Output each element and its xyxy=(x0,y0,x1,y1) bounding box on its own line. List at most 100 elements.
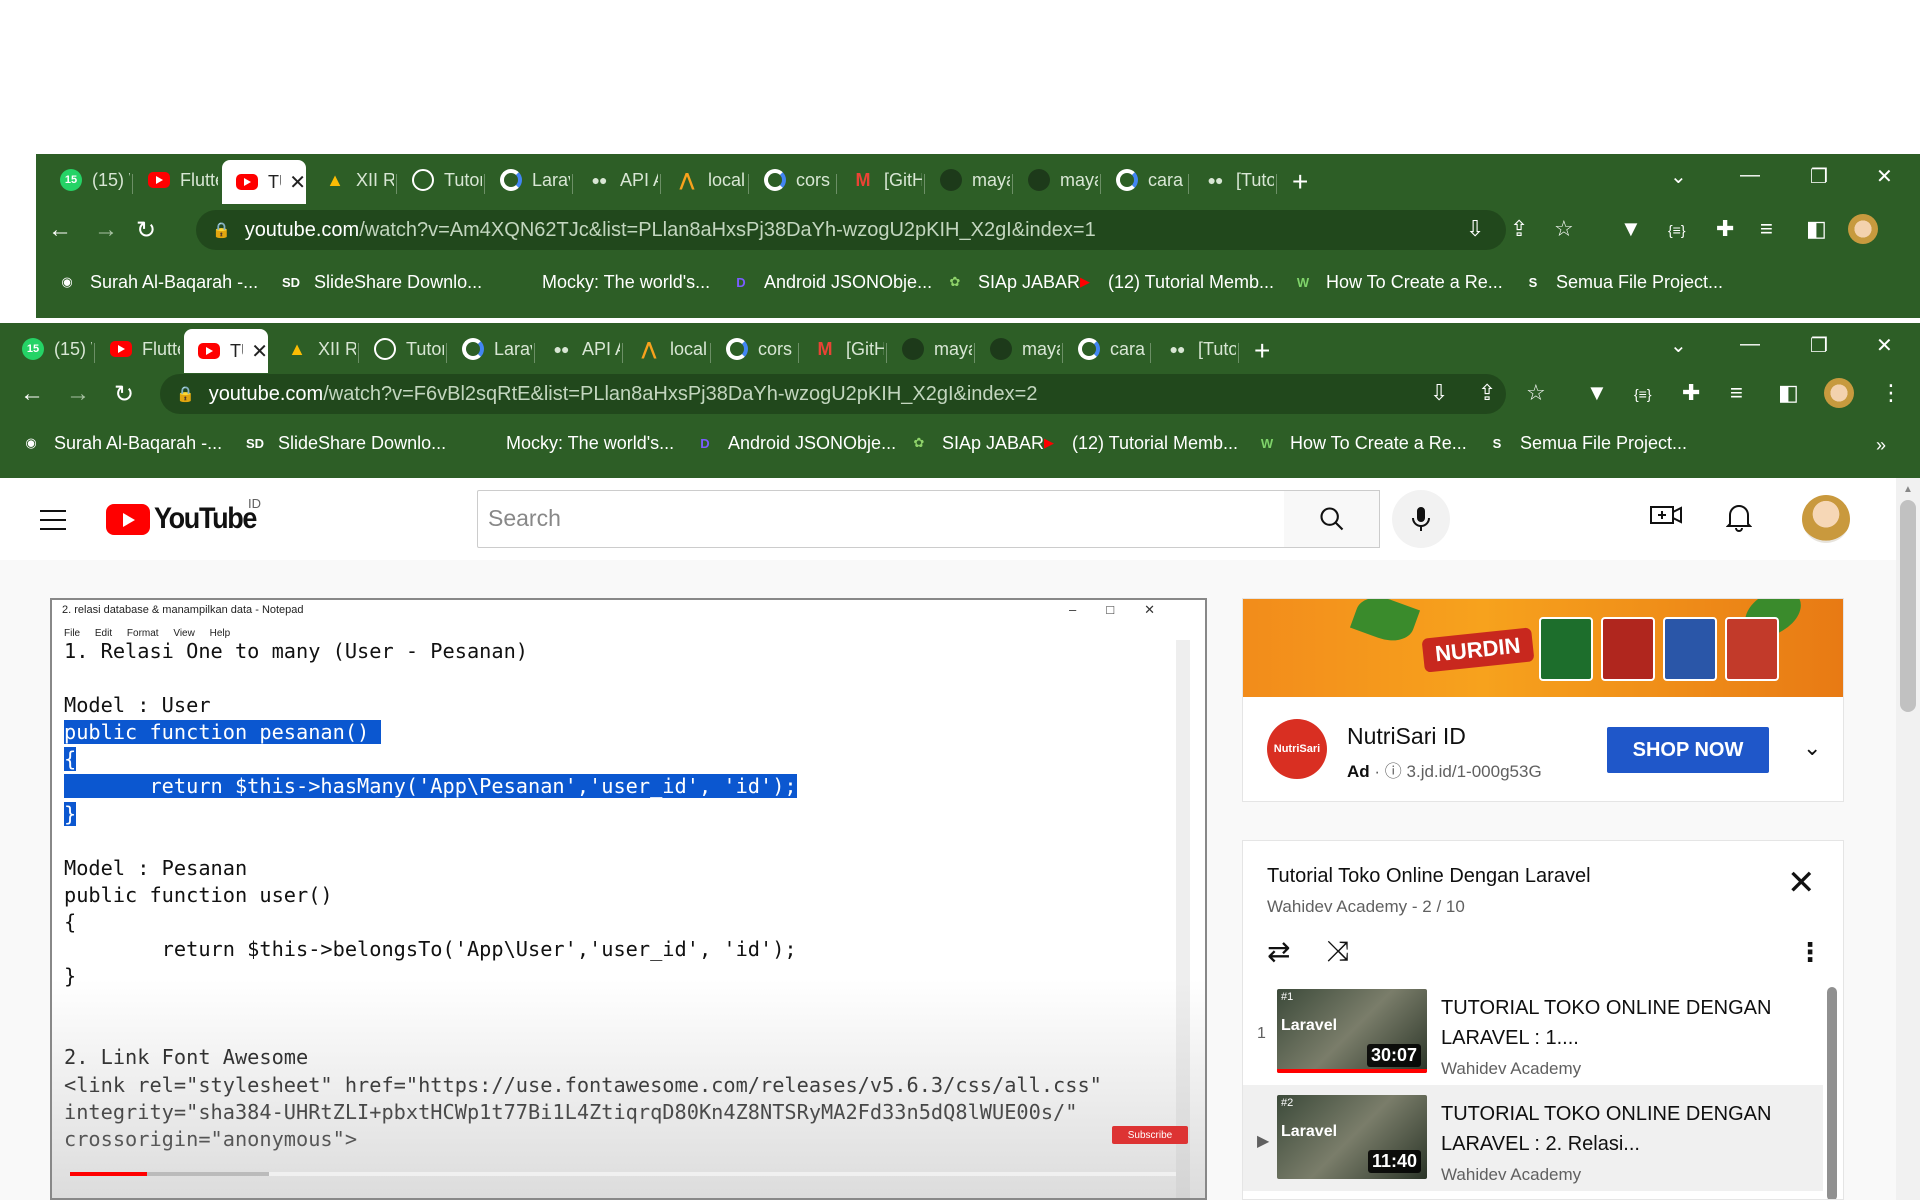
browser-tab[interactable]: M [GitH xyxy=(800,331,885,367)
bookmark-item[interactable]: ✿ SIAp JABAR xyxy=(908,432,1045,454)
bookmark-item[interactable]: SD SlideShare Downlo... xyxy=(280,271,482,293)
ad-banner[interactable]: NURDIN xyxy=(1243,599,1843,697)
browser-tab[interactable]: maya xyxy=(976,331,1060,367)
more-options-icon[interactable]: ⋮ xyxy=(1797,937,1823,968)
playlist-item-title[interactable]: TUTORIAL TOKO ONLINE DENGAN LARAVEL : 2.… xyxy=(1441,1099,1781,1159)
browser-tab[interactable]: Flutte xyxy=(96,331,180,367)
chevron-down-icon[interactable]: ⌄ xyxy=(1803,735,1821,761)
forward-icon[interactable]: → xyxy=(94,216,118,244)
restore-icon[interactable]: ❐ xyxy=(1810,333,1828,358)
browser-tab[interactable]: ●● API A xyxy=(574,162,658,198)
playlist-item[interactable]: ▶ #2 Laravel 11:40 TUTORIAL TOKO ONLINE DENG… xyxy=(1243,1085,1823,1191)
vue-devtools-icon[interactable]: ▼ xyxy=(1620,216,1642,242)
bookmark-item[interactable]: ✿ SIAp JABAR xyxy=(944,271,1081,293)
bookmark-item[interactable]: ◉ Surah Al-Baqarah -... xyxy=(56,271,258,293)
video-thumbnail[interactable]: #1 Laravel 30:07 xyxy=(1277,989,1427,1073)
bookmark-item[interactable]: D Android JSONObje... xyxy=(694,432,896,454)
share-icon[interactable]: ⇪ xyxy=(1478,380,1496,406)
scroll-up-icon[interactable]: ▲ xyxy=(1903,484,1913,495)
back-icon[interactable]: ← xyxy=(48,216,72,244)
voice-search-button[interactable] xyxy=(1392,490,1450,548)
browser-tab[interactable]: ⋀ localh xyxy=(662,162,746,198)
address-bar[interactable]: 🔒 youtube.com/watch?v=Am4XQN62TJc&list=P… xyxy=(196,210,1506,250)
playlist-item-title[interactable]: TUTORIAL TOKO ONLINE DENGAN LARAVEL : 1.… xyxy=(1441,993,1781,1053)
browser-menu-icon[interactable]: ⋮ xyxy=(1880,380,1902,406)
bookmark-star-icon[interactable]: ☆ xyxy=(1526,380,1546,406)
info-icon[interactable]: ⓘ xyxy=(1385,762,1402,781)
browser-tab[interactable]: Tutori xyxy=(398,162,482,198)
browser-tab[interactable]: 15 (15) W xyxy=(8,331,92,367)
minimize-icon[interactable]: — xyxy=(1740,333,1760,356)
browser-tab[interactable]: M [GitH xyxy=(838,162,923,198)
media-control-icon[interactable]: ≡ xyxy=(1760,216,1773,242)
browser-tab[interactable]: ▲ XII RP xyxy=(310,162,394,198)
browser-tab[interactable]: cors l xyxy=(712,331,796,367)
playlist-scrollbar[interactable] xyxy=(1827,987,1837,1199)
browser-tab[interactable]: ▲ XII RP xyxy=(272,331,356,367)
tab-search-icon[interactable]: ⌄ xyxy=(1670,164,1687,189)
search-button[interactable] xyxy=(1284,490,1380,548)
browser-tab[interactable]: cara s xyxy=(1102,162,1186,198)
hamburger-menu-icon[interactable] xyxy=(40,510,66,537)
browser-tab[interactable]: 15 (15) W xyxy=(46,162,130,198)
extensions-icon[interactable]: ✚ xyxy=(1682,380,1700,406)
scrollbar-thumb[interactable] xyxy=(1900,500,1916,712)
browser-tab[interactable]: Tutori xyxy=(360,331,444,367)
new-tab-icon[interactable]: + xyxy=(1254,335,1270,367)
close-window-icon[interactable]: ✕ xyxy=(1876,164,1893,189)
subscribe-watermark[interactable]: Subscribe xyxy=(1112,1126,1188,1144)
forward-icon[interactable]: → xyxy=(66,380,90,408)
browser-tab[interactable]: cara s xyxy=(1064,331,1148,367)
browser-tab[interactable]: Larave xyxy=(486,162,570,198)
browser-tab[interactable]: ●● [Tuto xyxy=(1190,162,1274,198)
search-input[interactable]: Search xyxy=(477,490,1285,548)
minimize-icon[interactable]: — xyxy=(1740,164,1760,187)
browser-tab[interactable]: ●● API A xyxy=(536,331,620,367)
browser-tab[interactable]: ⋀ localh xyxy=(624,331,708,367)
browser-tab[interactable]: maya xyxy=(888,331,972,367)
new-tab-icon[interactable]: + xyxy=(1292,166,1308,198)
install-icon[interactable]: ⇩ xyxy=(1466,216,1484,242)
browser-tab[interactable]: ●● [Tuto xyxy=(1152,331,1236,367)
reload-icon[interactable]: ↻ xyxy=(114,380,134,409)
notifications-bell-icon[interactable] xyxy=(1725,502,1753,539)
address-bar[interactable]: 🔒 youtube.com/watch?v=F6vBl2sqRtE&list=P… xyxy=(160,374,1506,414)
browser-tab[interactable]: cors l xyxy=(750,162,834,198)
shop-now-button[interactable]: SHOP NOW xyxy=(1607,727,1769,773)
bookmark-item[interactable]: ▶ (12) Tutorial Memb... xyxy=(1038,432,1238,454)
browser-tab[interactable]: Larave xyxy=(448,331,532,367)
bookmark-item[interactable]: Mocky: The world's... xyxy=(508,271,710,293)
close-icon[interactable]: ✕ xyxy=(1787,863,1816,903)
bookmark-star-icon[interactable]: ☆ xyxy=(1554,216,1574,242)
bookmark-item[interactable]: Mocky: The world's... xyxy=(472,432,674,454)
youtube-logo[interactable]: YouTube ID xyxy=(106,496,267,536)
account-avatar[interactable] xyxy=(1802,495,1850,543)
json-extension-icon[interactable]: {≡} xyxy=(1668,222,1686,238)
reload-icon[interactable]: ↻ xyxy=(136,216,156,245)
playlist-item[interactable]: 1 #1 Laravel 30:07 TUTORIAL TOKO ONLINE DENG… xyxy=(1243,979,1823,1085)
profile-avatar-icon[interactable] xyxy=(1824,378,1854,408)
loop-icon[interactable]: ⇄ xyxy=(1267,935,1290,968)
bookmark-item[interactable]: S Semua File Project... xyxy=(1522,271,1723,293)
profile-avatar-icon[interactable] xyxy=(1848,214,1878,244)
side-panel-icon[interactable]: ◧ xyxy=(1806,216,1827,242)
video-progress-bar[interactable] xyxy=(70,1172,1176,1176)
close-window-icon[interactable]: ✕ xyxy=(1876,333,1893,358)
tab-search-icon[interactable]: ⌄ xyxy=(1670,333,1687,358)
bookmark-item[interactable]: W How To Create a Re... xyxy=(1256,432,1467,454)
advertiser-logo[interactable]: NutriSari xyxy=(1267,719,1327,779)
ad-card[interactable]: NURDIN NutriSari NutriSari ID Ad · ⓘ 3.j… xyxy=(1242,598,1844,802)
shuffle-icon[interactable]: ⤨ xyxy=(1327,935,1349,968)
browser-tab[interactable]: TU ✕ xyxy=(222,160,306,204)
browser-tab[interactable]: TU ✕ xyxy=(184,329,268,373)
bookmark-item[interactable]: ▶ (12) Tutorial Memb... xyxy=(1074,271,1274,293)
browser-tab[interactable]: maya xyxy=(926,162,1010,198)
bookmark-item[interactable]: S Semua File Project... xyxy=(1486,432,1687,454)
create-video-icon[interactable] xyxy=(1650,502,1682,535)
playlist-channel[interactable]: Wahidev Academy xyxy=(1267,897,1407,916)
bookmark-item[interactable]: W How To Create a Re... xyxy=(1292,271,1503,293)
browser-tab[interactable]: Flutte xyxy=(134,162,218,198)
vue-devtools-icon[interactable]: ▼ xyxy=(1586,380,1608,406)
bookmark-item[interactable]: SD SlideShare Downlo... xyxy=(244,432,446,454)
close-tab-icon[interactable]: ✕ xyxy=(251,339,268,364)
